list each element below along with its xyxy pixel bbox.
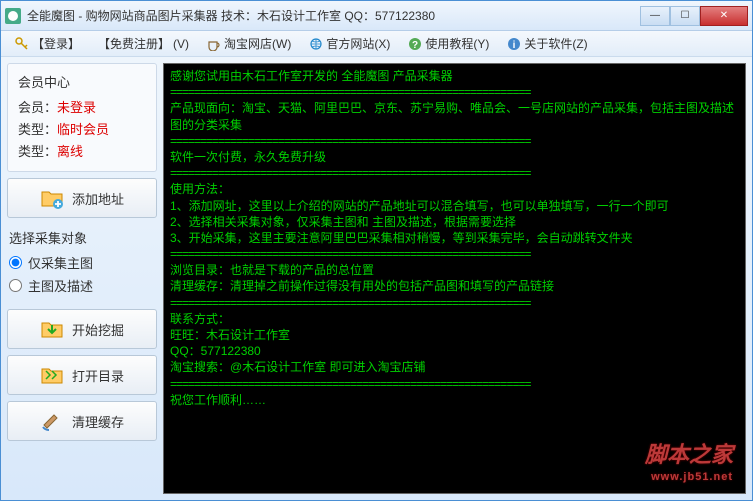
- radio-main-image[interactable]: 仅采集主图: [9, 253, 155, 272]
- content-area: 会员中心 会员：未登录 类型：临时会员 类型：离线 添加地址 选择采集对象 仅采…: [1, 57, 752, 500]
- console-line: 使用方法：: [170, 181, 739, 197]
- folder-add-icon: [40, 186, 64, 210]
- member-status: 会员：未登录: [18, 97, 146, 116]
- menu-taobao-label: 淘宝网店(W): [224, 35, 291, 52]
- svg-text:?: ?: [412, 40, 418, 51]
- menu-login[interactable]: 【登录】: [7, 33, 88, 54]
- console-line: 3、开始采集，这里主要注意阿里巴巴采集相对稍慢，等到采集完毕，会自动跳转文件夹: [170, 230, 739, 246]
- console-sep: ========================================…: [170, 165, 739, 181]
- console-line: 2、选择相关采集对象，仅采集主图和 主图及描述，根据需要选择: [170, 214, 739, 230]
- menu-register-label: 【免费注册】: [98, 35, 170, 52]
- console-line: 联系方式：: [170, 311, 739, 327]
- menu-about[interactable]: i 关于软件(Z): [499, 33, 595, 54]
- titlebar: 全能魔图 - 购物网站商品图片采集器 技术：木石设计工作室 QQ：5771223…: [1, 1, 752, 31]
- radio-image-desc-label: 主图及描述: [28, 276, 93, 295]
- radio-main-image-input[interactable]: [9, 256, 22, 269]
- menu-register[interactable]: 【免费注册】 (V): [90, 33, 197, 54]
- menu-official[interactable]: 官方网站(X): [301, 33, 398, 54]
- collect-target-group: 选择采集对象 仅采集主图 主图及描述: [7, 224, 157, 303]
- menu-about-label: 关于软件(Z): [524, 35, 587, 52]
- collect-target-title: 选择采集对象: [9, 228, 155, 247]
- key-icon: [15, 37, 29, 51]
- console-line: 软件一次付费，永久免费升级: [170, 149, 739, 165]
- add-url-button[interactable]: 添加地址: [7, 178, 157, 218]
- app-icon: [5, 8, 21, 24]
- console-line: 旺旺：木石设计工作室: [170, 327, 739, 343]
- download-icon: [40, 317, 64, 341]
- minimize-button[interactable]: —: [640, 6, 670, 26]
- console-sep: ========================================…: [170, 133, 739, 149]
- app-window: 全能魔图 - 购物网站商品图片采集器 技术：木石设计工作室 QQ：5771223…: [0, 0, 753, 501]
- clear-cache-button[interactable]: 清理缓存: [7, 401, 157, 441]
- menu-tutorial[interactable]: ? 使用教程(Y): [400, 33, 497, 54]
- menu-register-key: (V): [173, 37, 189, 51]
- console-output[interactable]: 感谢您试用由木石工作室开发的 全能魔图 产品采集器 ==============…: [163, 63, 746, 494]
- window-controls: — ☐ ✕: [640, 6, 748, 26]
- console-line: 清理缓存：清理掉之前操作过得没有用处的包括产品图和填写的产品链接: [170, 278, 739, 294]
- member-type2: 类型：离线: [18, 141, 146, 160]
- console-line: 浏览目录：也就是下载的产品的总位置: [170, 262, 739, 278]
- console-line: 1、添加网址，这里以上介绍的网站的产品地址可以混合填写，也可以单独填写，一行一个…: [170, 198, 739, 214]
- console-line: 淘宝搜索：@木石设计工作室 即可进入淘宝店铺: [170, 359, 739, 375]
- add-url-label: 添加地址: [72, 189, 124, 208]
- menu-login-label: 【登录】: [32, 35, 80, 52]
- open-dir-label: 打开目录: [72, 366, 124, 385]
- open-dir-button[interactable]: 打开目录: [7, 355, 157, 395]
- console-line: 感谢您试用由木石工作室开发的 全能魔图 产品采集器: [170, 68, 739, 84]
- menu-tutorial-label: 使用教程(Y): [425, 35, 489, 52]
- watermark-text: 脚本之家: [645, 442, 733, 467]
- console-line: QQ：577122380: [170, 343, 739, 359]
- console-sep: ========================================…: [170, 84, 739, 100]
- start-button[interactable]: 开始挖掘: [7, 309, 157, 349]
- console-line: 产品现面向：淘宝、天猫、阿里巴巴、京东、苏宁易购、唯品会、一号店网站的产品采集，…: [170, 100, 739, 116]
- member-type1: 类型：临时会员: [18, 119, 146, 138]
- radio-main-image-label: 仅采集主图: [28, 253, 93, 272]
- sidebar: 会员中心 会员：未登录 类型：临时会员 类型：离线 添加地址 选择采集对象 仅采…: [7, 63, 157, 494]
- maximize-button[interactable]: ☐: [670, 6, 700, 26]
- folder-open-icon: [40, 363, 64, 387]
- help-icon: ?: [408, 37, 422, 51]
- close-button[interactable]: ✕: [700, 6, 748, 26]
- member-panel: 会员中心 会员：未登录 类型：临时会员 类型：离线: [7, 63, 157, 172]
- console-sep: ========================================…: [170, 376, 739, 392]
- menu-taobao[interactable]: 淘宝网店(W): [199, 33, 299, 54]
- radio-image-desc[interactable]: 主图及描述: [9, 276, 155, 295]
- console-line: 图的分类采集: [170, 117, 739, 133]
- console-line: 祝您工作顺利……: [170, 392, 739, 408]
- radio-image-desc-input[interactable]: [9, 279, 22, 292]
- console-sep: ========================================…: [170, 246, 739, 262]
- start-label: 开始挖掘: [72, 320, 124, 339]
- watermark: 脚本之家 www.jb51.net: [645, 440, 733, 485]
- menubar: 【登录】 【免费注册】 (V) 淘宝网店(W) 官方网站(X) ? 使用教程(Y…: [1, 31, 752, 57]
- clear-cache-label: 清理缓存: [72, 412, 124, 431]
- brush-icon: [40, 409, 64, 433]
- window-title: 全能魔图 - 购物网站商品图片采集器 技术：木石设计工作室 QQ：5771223…: [27, 7, 640, 24]
- menu-official-label: 官方网站(X): [326, 35, 390, 52]
- svg-text:i: i: [513, 40, 516, 51]
- console-sep: ========================================…: [170, 295, 739, 311]
- info-icon: i: [507, 37, 521, 51]
- watermark-url: www.jb51.net: [645, 470, 733, 485]
- member-panel-title: 会员中心: [18, 72, 146, 91]
- globe-icon: [309, 37, 323, 51]
- cup-icon: [207, 37, 221, 51]
